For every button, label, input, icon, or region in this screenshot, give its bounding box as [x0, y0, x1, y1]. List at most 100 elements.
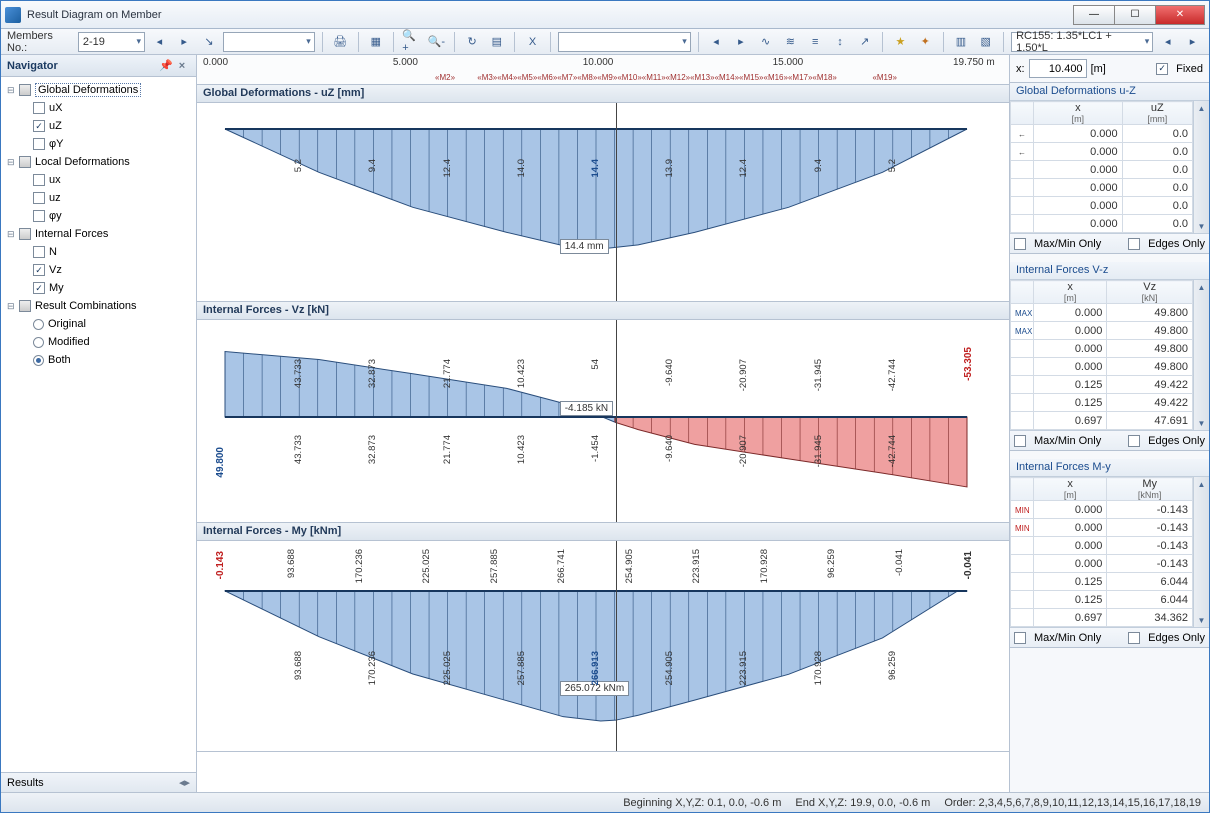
- table-row[interactable]: 0.12549.422: [1011, 376, 1193, 394]
- data-grid: Internal Forces M-yx[m]My[kNm]MIN0.000-0…: [1010, 459, 1209, 648]
- extremes-icon[interactable]: ↕: [830, 31, 851, 53]
- table-row[interactable]: 0.0000.0: [1011, 161, 1193, 179]
- filter-combo[interactable]: [558, 32, 691, 52]
- tree-item-Vz[interactable]: ✓Vz: [3, 261, 194, 279]
- grid-title: Internal Forces V-z: [1010, 262, 1209, 280]
- tree-item-orig[interactable]: Original: [3, 315, 194, 333]
- right-data-column: x: [m] ✓ Fixed Global Deformations u-Zx[…: [1009, 55, 1209, 792]
- values-icon[interactable]: ≡: [805, 31, 826, 53]
- table-row[interactable]: ←0.0000.0: [1011, 125, 1193, 143]
- next-member-button[interactable]: ▸: [174, 31, 195, 53]
- excel-export-icon[interactable]: X: [522, 31, 543, 53]
- table-row[interactable]: 0.12549.422: [1011, 394, 1193, 412]
- table-row[interactable]: 0.0000.0: [1011, 197, 1193, 215]
- table-row[interactable]: 0.000-0.143: [1011, 537, 1193, 555]
- table-row[interactable]: MAX0.00049.800: [1011, 304, 1193, 322]
- maximize-button[interactable]: ☐: [1114, 5, 1156, 25]
- plots-area: 0.0005.00010.00015.00019.750 m«M2» «M3»«…: [197, 55, 1009, 792]
- print-icon[interactable]: 🖨: [330, 31, 351, 53]
- pick-member-button[interactable]: ↘: [199, 31, 220, 53]
- panel-title: Internal Forces - Vz [kN]: [197, 302, 1009, 320]
- ruler-tick: 19.750 m: [953, 57, 995, 68]
- chart-line-icon[interactable]: ↗: [854, 31, 875, 53]
- nav-last-icon[interactable]: ▸: [730, 31, 751, 53]
- tree-group[interactable]: ⊟Result Combinations: [3, 297, 194, 315]
- tree-item-My[interactable]: ✓My: [3, 279, 194, 297]
- lc-prev-icon[interactable]: ◂: [1157, 31, 1178, 53]
- edges-checkbox[interactable]: [1128, 632, 1140, 644]
- star-add-icon[interactable]: ✦: [915, 31, 936, 53]
- grid-values-icon[interactable]: ▥: [951, 31, 972, 53]
- maxmin-checkbox[interactable]: [1014, 435, 1026, 447]
- grid-toggle-icon[interactable]: ▧: [975, 31, 996, 53]
- table-row[interactable]: 0.1256.044: [1011, 573, 1193, 591]
- grid-title: Internal Forces M-y: [1010, 459, 1209, 477]
- zoom-out-icon[interactable]: 🔍-: [426, 31, 447, 53]
- members-combo[interactable]: 2-19: [78, 32, 145, 52]
- tree-group[interactable]: ⊟Internal Forces: [3, 225, 194, 243]
- table-row[interactable]: 0.1256.044: [1011, 591, 1193, 609]
- table-row[interactable]: MIN0.000-0.143: [1011, 519, 1193, 537]
- table-row[interactable]: 0.69747.691: [1011, 412, 1193, 430]
- table-row[interactable]: 0.000-0.143: [1011, 555, 1193, 573]
- table-row[interactable]: MIN0.000-0.143: [1011, 501, 1193, 519]
- x-input[interactable]: [1029, 59, 1087, 78]
- close-navigator-icon[interactable]: ×: [174, 60, 190, 72]
- minimize-button[interactable]: —: [1073, 5, 1115, 25]
- table-row[interactable]: ←0.0000.0: [1011, 143, 1193, 161]
- tree-item-ux[interactable]: ux: [3, 171, 194, 189]
- segments-icon[interactable]: ≋: [780, 31, 801, 53]
- navigator-panel: Navigator 📌 × ⊟Global DeformationsuX✓uZφ…: [1, 55, 197, 792]
- maxmin-checkbox[interactable]: [1014, 238, 1026, 250]
- edges-checkbox[interactable]: [1128, 435, 1140, 447]
- maxmin-checkbox[interactable]: [1014, 632, 1026, 644]
- prev-member-button[interactable]: ◂: [149, 31, 170, 53]
- tree-item-mod[interactable]: Modified: [3, 333, 194, 351]
- tree-item-uz[interactable]: uz: [3, 189, 194, 207]
- scrollbar[interactable]: ▲▼: [1193, 280, 1209, 430]
- zoom-in-icon[interactable]: 🔍+: [401, 31, 422, 53]
- tree-item-N[interactable]: N: [3, 243, 194, 261]
- status-order: Order: 2,3,4,5,6,7,8,9,10,11,12,13,14,15…: [944, 797, 1201, 809]
- edges-checkbox[interactable]: [1128, 238, 1140, 250]
- status-begin: Beginning X,Y,Z: 0.1, 0.0, -0.6 m: [623, 797, 781, 809]
- tree-group[interactable]: ⊟Local Deformations: [3, 153, 194, 171]
- tree-item-phiy[interactable]: φy: [3, 207, 194, 225]
- smooth-icon[interactable]: ∿: [755, 31, 776, 53]
- scrollbar[interactable]: ▲▼: [1193, 477, 1209, 627]
- tree-item-uZ[interactable]: ✓uZ: [3, 117, 194, 135]
- diagram-panel: Global Deformations - uZ [mm]14.4 mm5.29…: [197, 85, 1009, 302]
- table-row[interactable]: MAX0.00049.800: [1011, 322, 1193, 340]
- refresh-icon[interactable]: ↻: [462, 31, 483, 53]
- fixed-checkbox[interactable]: ✓: [1156, 63, 1168, 75]
- footer-next-icon[interactable]: ▸: [184, 776, 190, 789]
- tree-group[interactable]: ⊟Global Deformations: [3, 81, 194, 99]
- aux-combo[interactable]: [223, 32, 315, 52]
- cursor-tooltip: 14.4 mm: [560, 239, 609, 254]
- lc-next-icon[interactable]: ▸: [1182, 31, 1203, 53]
- pin-icon[interactable]: 📌: [158, 59, 174, 72]
- fixed-label: Fixed: [1176, 63, 1203, 75]
- close-button[interactable]: ✕: [1155, 5, 1205, 25]
- table-row[interactable]: 0.0000.0: [1011, 179, 1193, 197]
- tree-item-both[interactable]: Both: [3, 351, 194, 369]
- table-row[interactable]: 0.00049.800: [1011, 358, 1193, 376]
- x-unit: [m]: [1091, 63, 1106, 75]
- star-gold-icon[interactable]: ★: [890, 31, 911, 53]
- nav-first-icon[interactable]: ◂: [706, 31, 727, 53]
- statusbar: Beginning X,Y,Z: 0.1, 0.0, -0.6 m End X,…: [1, 792, 1209, 812]
- tree-item-phiY[interactable]: φY: [3, 135, 194, 153]
- ruler-tick: 5.000: [393, 57, 418, 68]
- table-row[interactable]: 0.0000.0: [1011, 215, 1193, 233]
- table-icon[interactable]: ▤: [486, 31, 507, 53]
- scrollbar[interactable]: ▲▼: [1193, 101, 1209, 233]
- navigator-title: Navigator: [7, 60, 58, 72]
- loadcase-combo[interactable]: RC155: 1.35*LC1 + 1.50*L: [1011, 32, 1153, 52]
- navigator-tree[interactable]: ⊟Global DeformationsuX✓uZφY⊟Local Deform…: [1, 77, 196, 772]
- color-legend-icon[interactable]: ▦: [365, 31, 386, 53]
- diagram-panel: Internal Forces - Vz [kN]-4.185 kN49.800…: [197, 302, 1009, 523]
- window-title: Result Diagram on Member: [27, 9, 1074, 21]
- table-row[interactable]: 0.69734.362: [1011, 609, 1193, 627]
- tree-item-uX[interactable]: uX: [3, 99, 194, 117]
- table-row[interactable]: 0.00049.800: [1011, 340, 1193, 358]
